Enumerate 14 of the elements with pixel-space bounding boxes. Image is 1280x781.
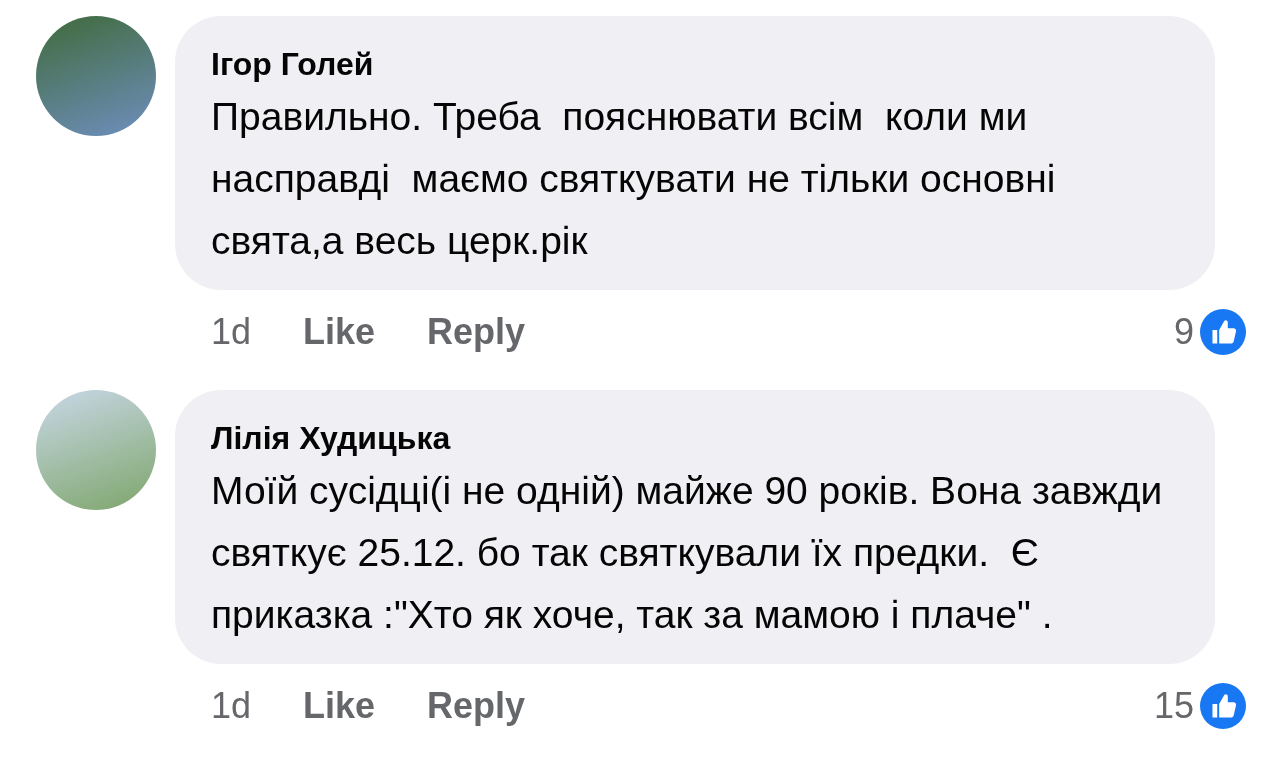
reply-link[interactable]: Reply (427, 679, 526, 733)
like-link[interactable]: Like (303, 305, 376, 359)
thumbs-up-icon (1200, 683, 1246, 729)
author-name[interactable]: Лілія Худицька (211, 416, 1179, 460)
comment-text: Правильно. Треба пояснювати всім коли ми насправді маємо святкувати не тільки основні свята,а весь церк.рік (211, 94, 1057, 264)
reaction-count[interactable]: 15 (1153, 679, 1194, 733)
like-link[interactable]: Like (303, 679, 376, 733)
timestamp[interactable]: 1d (211, 679, 252, 733)
timestamp[interactable]: 1d (211, 305, 252, 359)
author-name[interactable]: Ігор Голей (211, 42, 1179, 86)
reply-link[interactable]: Reply (427, 305, 526, 359)
thumbs-up-icon (1200, 309, 1246, 355)
reaction-count[interactable]: 9 (1173, 305, 1194, 359)
comment-text: Моїй сусідці(і не одній) майже 90 років. Вона завжди святкує 25.12. бо так святкували їх предки. Є приказка :"Хто як хоче, так за мамою і плаче" . (211, 468, 1164, 638)
